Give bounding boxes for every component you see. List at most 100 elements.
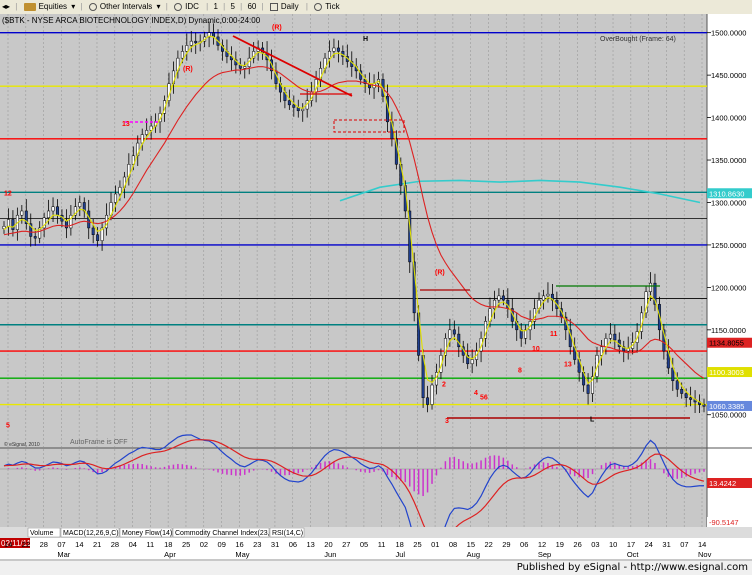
x-month-label: Jun: [324, 550, 336, 559]
candle-body: [680, 389, 684, 394]
study-tab-label: RSI(14,C): [272, 530, 303, 537]
daily-button[interactable]: Daily: [267, 0, 303, 14]
x-day-label: 01: [431, 540, 439, 549]
candle-body: [243, 66, 247, 69]
candle-body: [33, 236, 37, 239]
interval-60-button[interactable]: 60: [245, 0, 258, 14]
x-month-label: Oct: [627, 550, 640, 559]
setup-marker: (R): [183, 66, 193, 73]
setup-marker: L: [590, 417, 595, 424]
interval-5-button[interactable]: 5: [228, 0, 236, 14]
setup-marker: 10: [532, 346, 540, 353]
setup-marker: 2: [442, 382, 446, 389]
candle-body: [185, 45, 189, 52]
price-label: 1060.3385: [709, 402, 744, 411]
x-day-label: 02: [200, 540, 208, 549]
y-tick-label: 1400.0000: [711, 114, 746, 123]
price-chart[interactable]: 13(R)(R)H(R)245681011133 L125 1500.000014…: [0, 14, 752, 574]
candle-body: [189, 40, 193, 46]
setup-marker: 56: [480, 394, 488, 401]
price-label: 1100.3003: [709, 368, 744, 377]
candle-body: [292, 104, 296, 108]
study-tab-label: Volume: [30, 530, 53, 537]
x-day-label: 06: [520, 540, 528, 549]
candle-body: [301, 108, 305, 112]
x-day-label: 04: [129, 540, 137, 549]
x-day-label: 28: [111, 540, 119, 549]
setup-marker: 5: [6, 422, 10, 429]
x-day-label: 25: [182, 540, 190, 549]
setup-marker: (R): [272, 24, 282, 31]
interval-1-button[interactable]: 1: [211, 0, 219, 14]
x-day-label: 23: [253, 540, 261, 549]
x-month-label: Sep: [538, 550, 551, 559]
published-by-label: Published by eSignal - http://www.esigna…: [516, 562, 748, 573]
price-label: 1134.8055: [709, 339, 744, 348]
candle-body: [501, 295, 505, 301]
setup-marker: 4: [474, 390, 478, 397]
setup-marker: 11: [550, 331, 558, 338]
setup-marker: 12: [4, 191, 12, 198]
candle-body: [51, 206, 55, 212]
x-day-label: 20: [324, 540, 332, 549]
tick-clock-icon: [314, 2, 323, 11]
x-day-label: 22: [484, 540, 492, 549]
x-day-label: 13: [307, 540, 315, 549]
candle-body: [497, 295, 501, 301]
toolbar-left-arrows[interactable]: ◂▸: [0, 0, 12, 14]
clock-icon: [88, 2, 97, 11]
candle-body: [56, 206, 59, 216]
equities-icon: [23, 2, 36, 11]
setup-marker: H: [363, 36, 368, 43]
y-tick-label: 1250.0000: [711, 241, 746, 250]
x-month-label: Jul: [395, 550, 405, 559]
x-day-label: 09: [218, 540, 226, 549]
candle-body: [113, 193, 117, 203]
x-day-label: 17: [627, 540, 635, 549]
x-day-label: 06: [289, 540, 297, 549]
x-day-label: 15: [467, 540, 475, 549]
x-day-label: 10: [609, 540, 617, 549]
candle-body: [336, 47, 340, 52]
daily-label: Daily: [280, 2, 299, 11]
overbought-label: OverBought (Frame: 64): [600, 36, 676, 43]
x-day-label: 31: [271, 540, 279, 549]
candle-body: [6, 219, 10, 227]
equities-label: Equities: [38, 2, 68, 11]
setup-marker: 3: [445, 418, 449, 425]
candle-body: [332, 47, 336, 52]
x-day-label: 25: [413, 540, 421, 549]
candle-body: [118, 186, 122, 195]
x-month-label: Apr: [164, 550, 176, 559]
main-panel-bg: [0, 14, 707, 447]
candle-body: [542, 295, 545, 301]
price-label: 1310.8630: [709, 189, 744, 198]
y-tick-label: 1150.0000: [711, 326, 746, 335]
tick-label: Tick: [325, 2, 340, 11]
chart-area: 13 (R) (R) H (R) 2 4 56 8 10 11 13 3 L 12 5 1500.0000 14…: [0, 14, 752, 574]
candle-body: [64, 220, 68, 229]
tick-button[interactable]: Tick: [311, 0, 343, 14]
x-day-label: 11: [378, 540, 386, 549]
other-intervals-label: Other Intervals: [99, 2, 153, 11]
toolbar: ◂▸ | Equities ▾ | Other Intervals ▾ | ID…: [0, 0, 752, 15]
candle-body: [430, 384, 434, 405]
x-day-label: 14: [75, 540, 83, 549]
candle-body: [684, 393, 688, 399]
candle-body: [452, 329, 456, 335]
x-month-label: Aug: [467, 550, 480, 559]
equities-button[interactable]: Equities ▾: [21, 0, 78, 14]
candle-body: [426, 397, 430, 405]
candle-body: [328, 51, 331, 59]
x-day-label: 21: [93, 540, 101, 549]
candle-body: [457, 333, 461, 348]
setup-marker: (R): [435, 270, 445, 277]
y-tick-label: 1050.0000: [711, 411, 746, 420]
candle-body: [649, 282, 652, 292]
other-intervals-button[interactable]: Other Intervals ▾: [86, 0, 163, 14]
study-tab-label: Money Flow(14): [122, 530, 172, 537]
candle-body: [180, 51, 184, 59]
candle-body: [47, 210, 51, 219]
x-day-label: 29: [502, 540, 510, 549]
idc-button[interactable]: IDC: [171, 0, 203, 14]
